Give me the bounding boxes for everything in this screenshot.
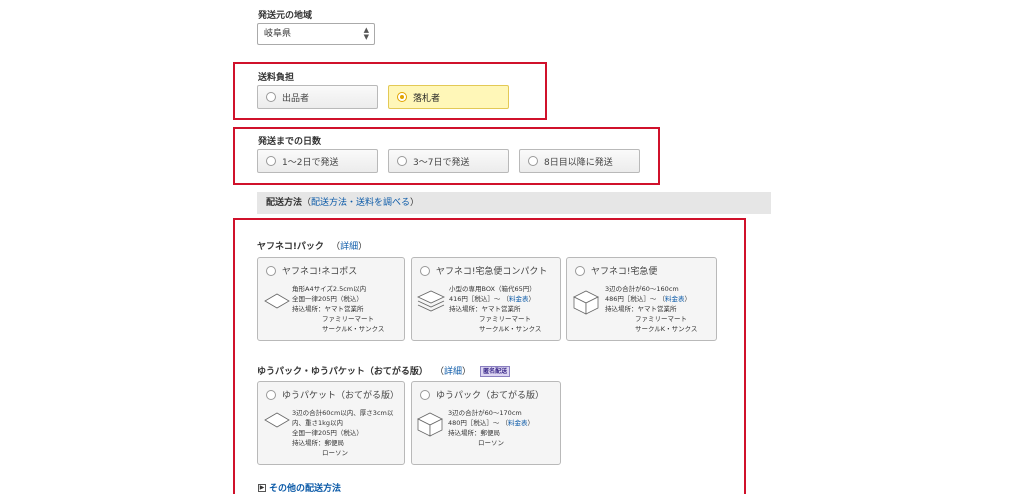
desc-line: 持込場所：ヤマト営業所	[292, 305, 364, 313]
desc-line: 480円［税込］〜	[448, 419, 500, 427]
rate-table-link[interactable]: 料金表	[508, 419, 528, 427]
desc-line: 416円［税込］〜	[449, 295, 501, 303]
shipping-burden-option-buyer[interactable]: 落札者	[388, 85, 509, 109]
desc-line: 持込場所：郵便局	[448, 429, 500, 437]
days-option-1-2[interactable]: 1〜2日で発送	[257, 149, 378, 173]
cardboard-box-icon	[573, 290, 599, 315]
radio-selected-icon	[397, 92, 407, 102]
rate-table-link[interactable]: 料金表	[665, 295, 685, 303]
card-takkyubin[interactable]: ヤフネコ!宅急便 3辺の合計が60〜160cm 486円［税込］〜 （料金表） …	[566, 257, 717, 341]
card-title: ヤフネコ!宅急便	[591, 267, 658, 277]
card-title: ヤフネコ!宅急便コンパクト	[436, 267, 548, 277]
desc-line: 486円［税込］〜	[605, 295, 657, 303]
desc-line: ファミリーマート	[635, 315, 687, 323]
card-title: ゆうパック（おてがる版）	[436, 391, 545, 401]
radio-icon	[397, 156, 407, 166]
other-delivery-link[interactable]: その他の配送方法	[269, 481, 341, 494]
delivery-method-header: 配送方法（配送方法・送料を調べる）	[257, 192, 771, 214]
section-title-text: ゆうパック・ゆうパケット（おてがる版）	[257, 367, 428, 377]
desc-line: 内、重さ1kg以内	[292, 419, 344, 427]
yafuneko-detail-link[interactable]: 詳細	[340, 242, 358, 252]
option-label: 落札者	[413, 93, 441, 104]
box-stack-icon	[417, 290, 445, 312]
desc-line: サークルK・サンクス	[635, 325, 698, 333]
origin-select[interactable]: 岐阜県 ▲ ▼	[257, 23, 375, 45]
other-delivery-toggle[interactable]: ▶ その他の配送方法	[258, 481, 341, 494]
card-yupack[interactable]: ゆうパック（おてがる版） 3辺の合計が60〜170cm 480円［税込］〜 （料…	[411, 381, 561, 465]
option-label: 1〜2日で発送	[282, 157, 339, 168]
desc-line: 全国一律205円（税込）	[292, 295, 363, 303]
shipping-burden-option-seller[interactable]: 出品者	[257, 85, 378, 109]
option-label: 8日目以降に発送	[544, 157, 613, 168]
card-description: 3辺の合計60cm以内、厚さ3cm以 内、重さ1kg以内 全国一律205円（税込…	[292, 408, 393, 458]
radio-icon	[266, 92, 276, 102]
shipping-burden-label: 送料負担	[258, 73, 295, 83]
anonymous-shipping-badge: 匿名配送	[480, 366, 511, 377]
origin-label: 発送元の地域	[258, 11, 313, 21]
section-title-text: ヤフネコ!パック	[257, 242, 324, 252]
radio-icon	[266, 389, 276, 400]
desc-line: 3辺の合計60cm以内、厚さ3cm以	[292, 409, 394, 417]
paren: ）	[410, 198, 420, 208]
cardboard-box-icon	[417, 412, 443, 437]
card-description: 小型の専用BOX（箱代65円） 416円［税込］〜 （料金表） 持込場所：ヤマト…	[449, 285, 542, 333]
origin-select-value: 岐阜県	[264, 29, 292, 39]
rate-table-link[interactable]: 料金表	[509, 295, 529, 303]
days-to-ship-label: 発送までの日数	[258, 137, 322, 147]
yafuneko-section-title: ヤフネコ!パック （詳細）	[257, 242, 368, 252]
card-yupacket[interactable]: ゆうパケット（おてがる版） 3辺の合計60cm以内、厚さ3cm以 内、重さ1kg…	[257, 381, 405, 465]
desc-line: 全国一律205円（税込）	[292, 429, 363, 437]
paren: （	[302, 198, 312, 208]
envelope-icon	[264, 412, 290, 428]
option-label: 3〜7日で発送	[413, 157, 470, 168]
days-option-8-plus[interactable]: 8日目以降に発送	[519, 149, 640, 173]
desc-line: 角形A4サイズ2.5cm以内	[292, 285, 367, 293]
desc-line: ファミリーマート	[322, 315, 374, 323]
delivery-method-label: 配送方法	[266, 198, 303, 208]
radio-icon	[420, 265, 430, 276]
desc-line: サークルK・サンクス	[479, 325, 542, 333]
radio-icon	[266, 156, 276, 166]
delivery-lookup-link[interactable]: 配送方法・送料を調べる	[311, 198, 410, 208]
card-description: 角形A4サイズ2.5cm以内 全国一律205円（税込） 持込場所：ヤマト営業所 …	[292, 284, 384, 334]
radio-icon	[575, 265, 585, 276]
days-option-3-7[interactable]: 3〜7日で発送	[388, 149, 509, 173]
option-label: 出品者	[282, 93, 310, 104]
card-nekopos[interactable]: ヤフネコ!ネコポス 角形A4サイズ2.5cm以内 全国一律205円（税込） 持込…	[257, 257, 405, 341]
desc-line: 持込場所：郵便局	[292, 439, 344, 447]
card-title: ヤフネコ!ネコポス	[282, 267, 358, 277]
desc-line: 3辺の合計が60〜170cm	[448, 409, 522, 417]
desc-line: 持込場所：ヤマト営業所	[449, 305, 521, 313]
card-description: 3辺の合計が60〜160cm 486円［税込］〜 （料金表） 持込場所：ヤマト営…	[605, 285, 698, 333]
desc-line: 3辺の合計が60〜160cm	[605, 285, 679, 293]
radio-icon	[420, 389, 430, 400]
radio-icon	[266, 265, 276, 276]
yupack-section-title: ゆうパック・ゆうパケット（おてがる版） （詳細） 匿名配送	[257, 364, 511, 377]
desc-line: 小型の専用BOX（箱代65円）	[449, 285, 536, 293]
expand-triangle-icon: ▶	[258, 483, 266, 492]
desc-line: ローソン	[322, 449, 348, 457]
radio-icon	[528, 156, 538, 166]
card-description: 3辺の合計が60〜170cm 480円［税込］〜 （料金表） 持込場所：郵便局 …	[448, 409, 534, 447]
select-arrows-icon: ▲ ▼	[363, 26, 369, 41]
envelope-icon	[264, 293, 290, 309]
desc-line: ローソン	[478, 439, 504, 447]
desc-line: サークルK・サンクス	[322, 325, 385, 333]
desc-line: ファミリーマート	[479, 315, 531, 323]
card-title: ゆうパケット（おてがる版）	[282, 391, 400, 401]
desc-line: 持込場所：ヤマト営業所	[605, 305, 677, 313]
yupack-detail-link[interactable]: 詳細	[444, 367, 462, 377]
card-compact[interactable]: ヤフネコ!宅急便コンパクト 小型の専用BOX（箱代65円） 416円［税込］〜 …	[411, 257, 561, 341]
